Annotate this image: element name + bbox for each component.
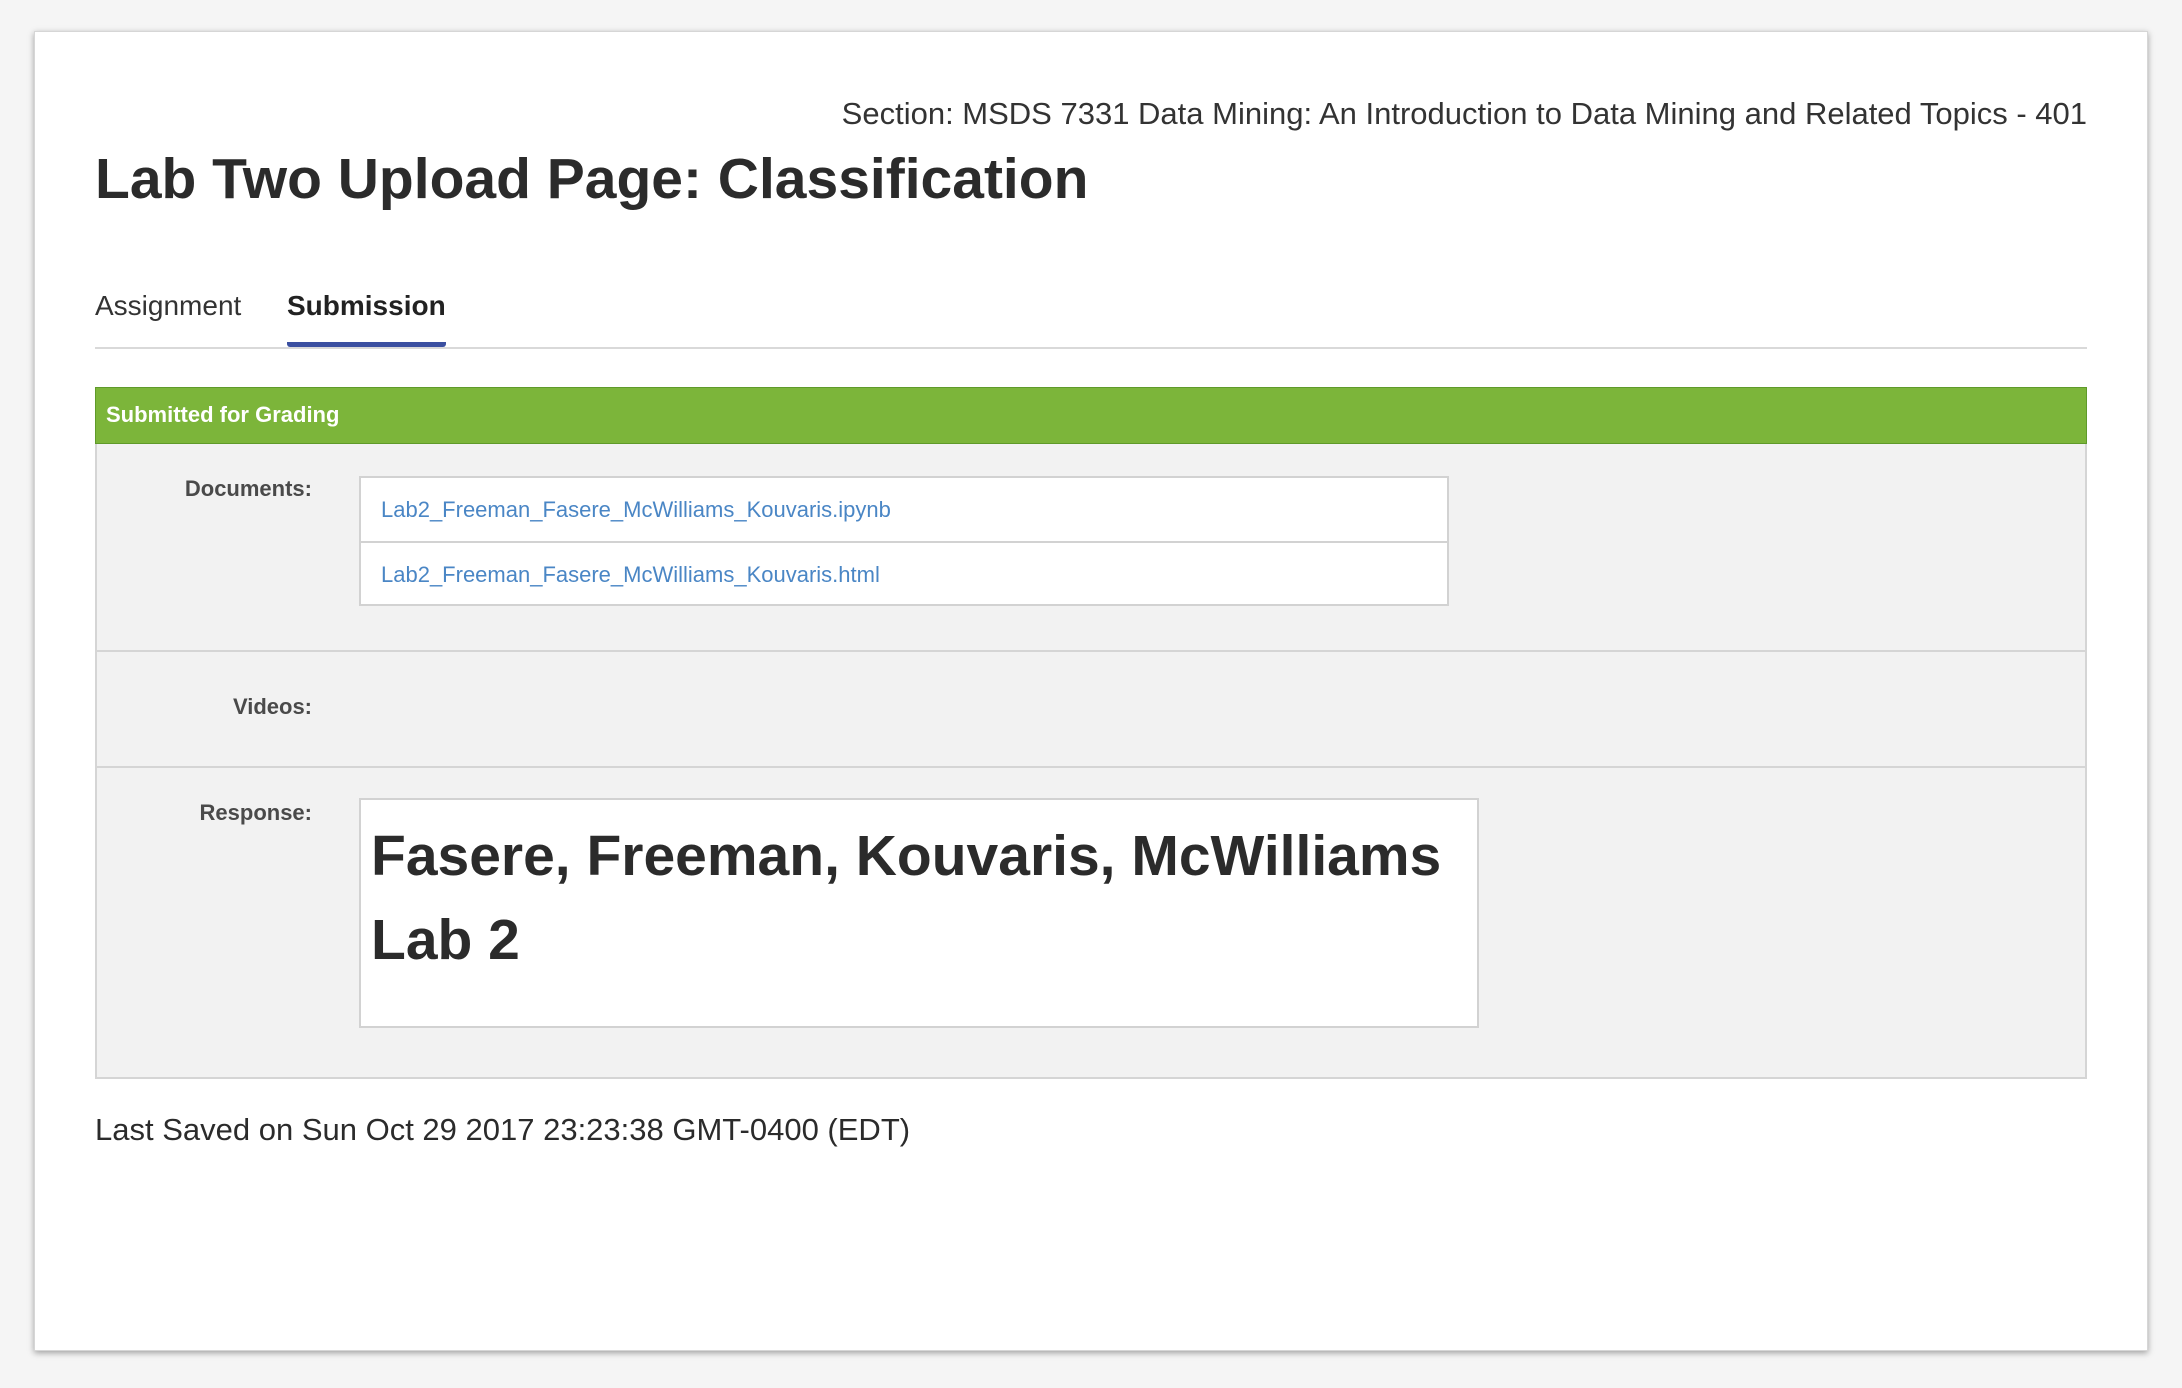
- response-row: Response: Fasere, Freeman, Kouvaris, McW…: [97, 768, 2085, 1077]
- section-label: Section: MSDS 7331 Data Mining: An Intro…: [841, 96, 2087, 131]
- response-text: Fasere, Freeman, Kouvaris, McWilliams La…: [371, 824, 1442, 972]
- status-banner: Submitted for Grading: [95, 387, 2087, 444]
- page-title: Lab Two Upload Page: Classification: [95, 147, 1089, 211]
- document-link-html[interactable]: Lab2_Freeman_Fasere_McWilliams_Kouvaris.…: [361, 541, 1447, 604]
- response-label: Response:: [199, 800, 312, 825]
- documents-list: Lab2_Freeman_Fasere_McWilliams_Kouvaris.…: [359, 476, 1449, 606]
- tab-submission[interactable]: Submission: [287, 290, 446, 347]
- lms-window: Section: MSDS 7331 Data Mining: An Intro…: [34, 31, 2148, 1351]
- document-link-ipynb[interactable]: Lab2_Freeman_Fasere_McWilliams_Kouvaris.…: [361, 478, 1447, 541]
- videos-row: Videos:: [97, 652, 2085, 768]
- tab-bar: Assignment Submission: [95, 290, 2087, 349]
- response-box: Fasere, Freeman, Kouvaris, McWilliams La…: [359, 798, 1479, 1028]
- last-saved-text: Last Saved on Sun Oct 29 2017 23:23:38 G…: [95, 1112, 911, 1147]
- tab-assignment[interactable]: Assignment: [95, 290, 241, 347]
- submission-panel: Submitted for Grading Documents: Lab2_Fr…: [95, 387, 2087, 1079]
- videos-label: Videos:: [232, 694, 312, 719]
- documents-row: Documents: Lab2_Freeman_Fasere_McWilliam…: [97, 444, 2085, 652]
- documents-label: Documents:: [184, 476, 312, 501]
